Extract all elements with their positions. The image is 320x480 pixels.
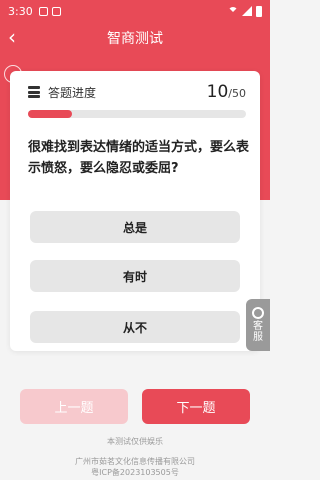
progress-bar <box>28 110 246 118</box>
back-button[interactable]: ‹ <box>8 27 28 48</box>
status-time: 3:30 <box>8 4 33 18</box>
wifi-icon <box>228 7 238 15</box>
progress-label: 答题进度 <box>48 85 97 100</box>
progress-total: /50 <box>228 87 246 100</box>
customer-service-button[interactable]: 客服 <box>246 299 270 351</box>
collapse-icon[interactable]: ‹ <box>4 65 22 83</box>
status-icons <box>228 5 262 17</box>
notification-icon <box>51 6 61 16</box>
headset-icon <box>252 307 264 319</box>
page-title: 智商测试 <box>107 31 163 47</box>
company-name: 广州市茹茗文化信息传播有限公司 <box>75 457 195 466</box>
status-bar: 3:30 <box>0 0 270 22</box>
app-bar: ‹ 智商测试 <box>0 22 270 54</box>
question-text: 很难找到表达情绪的适当方式，要么表示愤怒，要么隐忍或委屈? <box>28 140 250 176</box>
option-sometimes[interactable]: 有时 <box>30 260 240 292</box>
battery-icon <box>256 5 262 17</box>
progress-count: 10/50 <box>207 82 246 102</box>
notification-icon <box>38 6 48 16</box>
customer-service-label: 客服 <box>253 321 263 343</box>
progress-bar-fill <box>28 110 72 118</box>
option-always[interactable]: 总是 <box>30 211 240 243</box>
progress-list-icon <box>28 86 40 98</box>
prev-question-button[interactable]: 上一题 <box>20 389 128 424</box>
option-never[interactable]: 从不 <box>30 311 240 343</box>
question-card: ‹ 答题进度 10/50 很难找到表达情绪的适当方式，要么表示愤怒，要么隐忍或委… <box>4 65 260 351</box>
progress-header: 答题进度 10/50 <box>28 82 246 102</box>
icp-number: 粤ICP备2023103505号 <box>91 468 179 477</box>
next-question-button[interactable]: 下一题 <box>142 389 250 424</box>
signal-icon <box>242 6 252 16</box>
disclaimer-text: 本测试仅供娱乐 <box>107 437 163 446</box>
progress-current: 10 <box>206 82 229 102</box>
